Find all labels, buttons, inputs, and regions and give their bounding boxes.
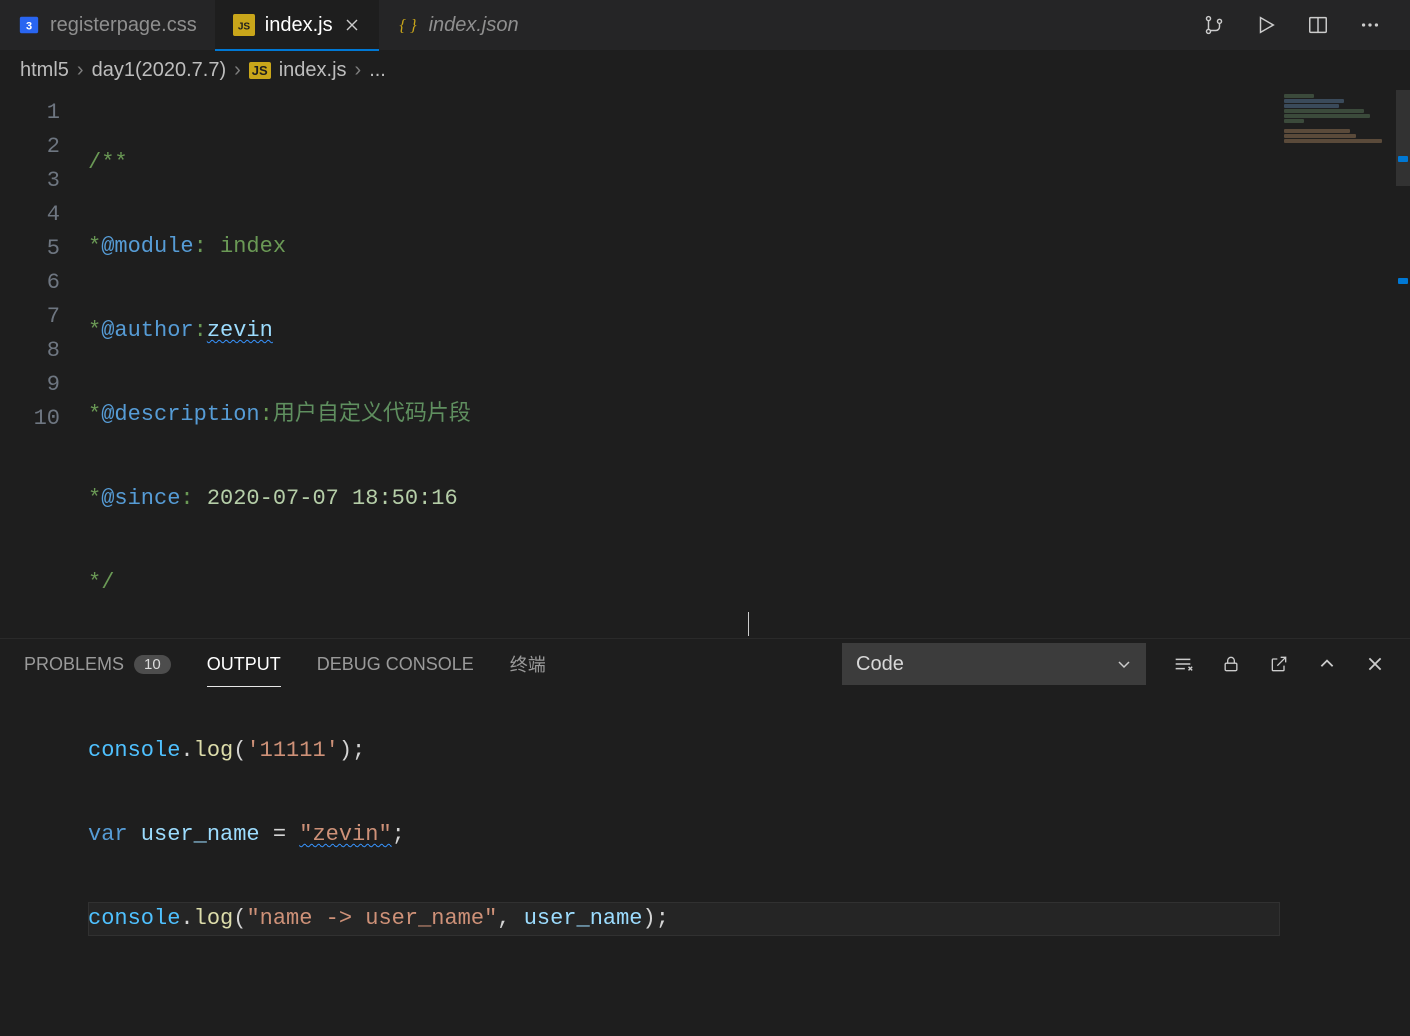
panel-tab-output[interactable]: OUTPUT [207, 654, 281, 675]
editor-tab-bar: 3 registerpage.css JS index.js { } index… [0, 0, 1410, 50]
js-file-icon: JS [233, 14, 255, 36]
code-editor[interactable]: 1 2 3 4 5 6 7 8 9 10 /** *@module: index… [0, 90, 1410, 638]
js-badge-icon: JS [249, 62, 271, 79]
tab-index-js[interactable]: JS index.js [215, 0, 379, 50]
scrollbar-thumb[interactable] [1396, 90, 1410, 186]
minimap[interactable] [1280, 90, 1396, 638]
svg-text:3: 3 [26, 21, 32, 33]
css-file-icon: 3 [18, 14, 40, 36]
panel-scrollbar[interactable] [1396, 689, 1410, 870]
breadcrumb[interactable]: html5 › day1(2020.7.7) › JS index.js › .… [0, 50, 1410, 90]
breadcrumb-seg[interactable]: index.js [279, 59, 347, 82]
chevron-right-icon: › [355, 59, 362, 82]
tab-index-json[interactable]: { } index.json [379, 0, 537, 50]
breadcrumb-seg[interactable]: html5 [20, 59, 69, 82]
chevron-right-icon: › [234, 59, 241, 82]
diff-icon[interactable] [1202, 13, 1226, 37]
text-cursor [748, 612, 749, 636]
split-editor-icon[interactable] [1306, 13, 1330, 37]
tab-label: index.json [429, 14, 519, 37]
svg-text:JS: JS [238, 22, 251, 33]
panel-tab-label: OUTPUT [207, 654, 281, 675]
breadcrumb-seg[interactable]: day1(2020.7.7) [92, 59, 227, 82]
line-number-gutter: 1 2 3 4 5 6 7 8 9 10 [0, 90, 88, 638]
chevron-right-icon: › [77, 59, 84, 82]
code-area[interactable]: /** *@module: index *@author:zevin *@des… [88, 90, 1410, 638]
json-file-icon: { } [397, 14, 419, 36]
close-icon[interactable] [343, 16, 361, 34]
svg-text:{ }: { } [399, 16, 417, 35]
output-body[interactable] [0, 689, 1410, 870]
tab-label: index.js [265, 14, 333, 37]
more-icon[interactable] [1358, 13, 1382, 37]
run-icon[interactable] [1254, 13, 1278, 37]
tab-registerpage-css[interactable]: 3 registerpage.css [0, 0, 215, 50]
editor-actions [1202, 0, 1410, 50]
overview-ruler[interactable] [1396, 90, 1410, 638]
tab-label: registerpage.css [50, 14, 197, 37]
breadcrumb-seg[interactable]: ... [369, 59, 386, 82]
